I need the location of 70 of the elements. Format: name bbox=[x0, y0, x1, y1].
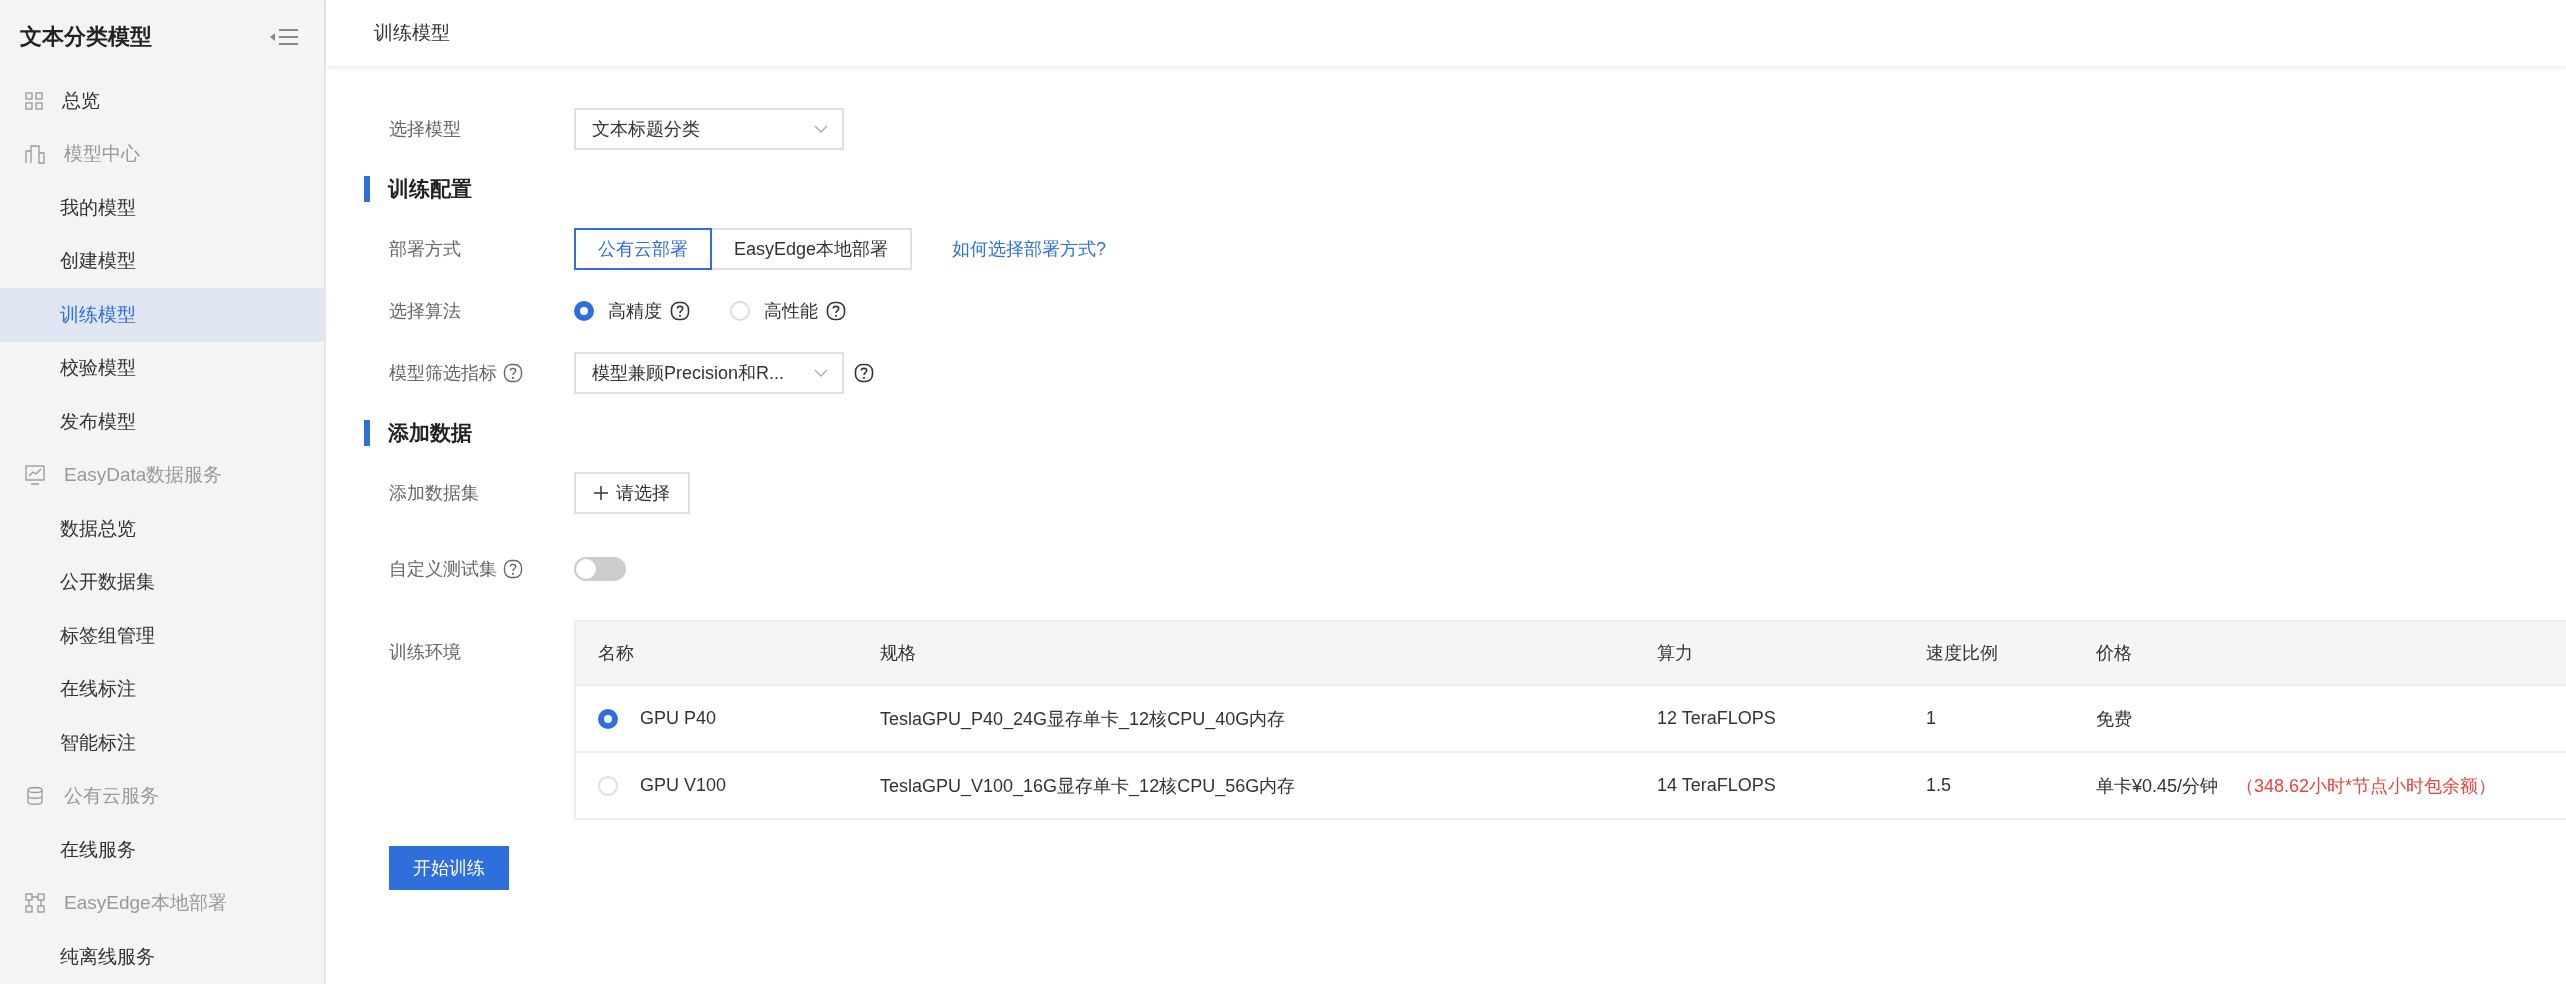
nav-item[interactable]: 创建模型 bbox=[0, 234, 324, 288]
plus-icon bbox=[594, 486, 608, 500]
caret-icon bbox=[814, 125, 828, 133]
table-cell: GPU V100 bbox=[640, 775, 727, 796]
building-icon bbox=[25, 144, 45, 165]
table-cell-text: 免费 bbox=[2096, 707, 2132, 731]
nav-item[interactable]: 总览 bbox=[0, 74, 324, 128]
field-label: 选择算法 bbox=[388, 300, 462, 323]
table-cell-text: 12 TeraFLOPS bbox=[1656, 708, 1777, 729]
field-label: 选择模型 bbox=[388, 118, 462, 141]
caret-icon bbox=[814, 369, 828, 377]
nav-item[interactable]: 我的模型 bbox=[0, 181, 324, 235]
app-title: 文本分类模型 bbox=[20, 23, 152, 51]
nav-item[interactable]: 校验模型 bbox=[0, 341, 324, 395]
field-label: 训练环境 bbox=[388, 641, 462, 664]
field-label: 添加数据集 bbox=[388, 482, 480, 505]
network-icon bbox=[25, 893, 45, 914]
start-training-button[interactable]: 开始训练 bbox=[389, 846, 509, 890]
radio-button[interactable] bbox=[574, 301, 594, 321]
metric-select[interactable]: 模型兼顾Precision和R... bbox=[574, 352, 844, 394]
section-title: 训练配置 bbox=[364, 176, 2566, 202]
database-icon bbox=[25, 786, 45, 807]
table-cell-text: TeslaGPU_P40_24G显存单卡_12核CPU_40G内存 bbox=[879, 707, 1287, 731]
nav-item[interactable]: 发布模型 bbox=[0, 395, 324, 449]
nav-group-label: EasyData数据服务 bbox=[64, 463, 223, 488]
nav-item[interactable]: 在线标注 bbox=[0, 662, 324, 716]
radio-label: 高性能 bbox=[764, 300, 818, 323]
grid-icon bbox=[25, 91, 43, 110]
help-icon[interactable] bbox=[670, 301, 690, 321]
nav-item[interactable]: 智能标注 bbox=[0, 716, 324, 770]
radio-button[interactable] bbox=[598, 708, 618, 729]
model-select[interactable]: 文本标题分类 bbox=[574, 108, 844, 150]
table-cell-text: 14 TeraFLOPS bbox=[1656, 775, 1777, 796]
column-header: 规格 bbox=[879, 642, 917, 665]
table-cell-text: TeslaGPU_V100_16G显存单卡_12核CPU_56G内存 bbox=[879, 774, 1297, 798]
chart-icon bbox=[25, 465, 45, 486]
field-label: 模型筛选指标 bbox=[389, 362, 497, 385]
deploy-option[interactable]: EasyEdge本地部署 bbox=[712, 228, 913, 270]
table-cell: GPU P40 bbox=[640, 708, 717, 729]
section-title: 添加数据 bbox=[364, 420, 2566, 446]
nav-group-label: 模型中心 bbox=[64, 142, 140, 167]
balance-note: （348.62小时*节点小时包余额） bbox=[2236, 774, 2497, 798]
toggle-switch[interactable] bbox=[574, 557, 626, 581]
help-icon[interactable] bbox=[826, 301, 846, 321]
column-header: 速度比例 bbox=[1925, 642, 1999, 665]
nav-item[interactable]: 标签组管理 bbox=[0, 609, 324, 663]
nav-group-label: 公有云服务 bbox=[64, 784, 159, 809]
help-icon[interactable] bbox=[854, 363, 874, 383]
table-cell-text: 单卡¥0.45/分钟 bbox=[2096, 774, 2219, 798]
nav-group-label: EasyEdge本地部署 bbox=[64, 891, 227, 916]
page-title: 训练模型 bbox=[374, 21, 450, 45]
nav-item[interactable]: 公开数据集 bbox=[0, 555, 324, 609]
field-label: 自定义测试集 bbox=[389, 558, 497, 581]
column-header: 名称 bbox=[597, 642, 635, 665]
select-dataset-button[interactable]: 请选择 bbox=[574, 472, 690, 514]
column-header: 价格 bbox=[2095, 642, 2133, 665]
help-icon[interactable] bbox=[503, 363, 523, 383]
help-icon[interactable] bbox=[503, 559, 523, 579]
nav-item[interactable]: 训练模型 bbox=[0, 288, 324, 342]
table-cell-text: 1.5 bbox=[1925, 775, 1953, 796]
table-cell-text: 1 bbox=[1925, 708, 1937, 729]
nav-item[interactable]: 数据总览 bbox=[0, 502, 324, 556]
field-label: 部署方式 bbox=[388, 238, 462, 261]
column-header: 算力 bbox=[1656, 642, 1694, 665]
collapse-menu-icon[interactable] bbox=[269, 27, 299, 47]
deploy-option[interactable]: 公有云部署 bbox=[574, 228, 712, 270]
help-link[interactable]: 如何选择部署方式? bbox=[952, 237, 1107, 261]
nav-item[interactable]: 纯离线服务 bbox=[0, 930, 324, 984]
nav-item[interactable]: 在线服务 bbox=[0, 823, 324, 877]
radio-label: 高精度 bbox=[608, 300, 662, 323]
